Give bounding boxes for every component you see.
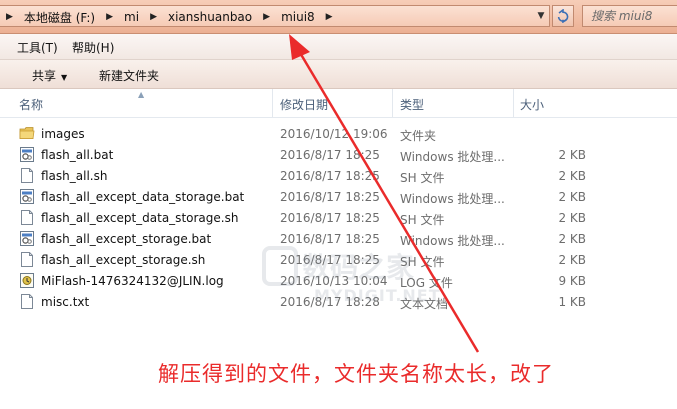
file-name[interactable]: flash_all_except_data_storage.bat — [41, 190, 244, 204]
file-name[interactable]: flash_all_except_storage.bat — [41, 232, 211, 246]
file-row[interactable]: images 2016/10/12 19:06 文件夹 — [0, 123, 677, 144]
address-box[interactable]: ▶ 本地磁盘 (F:) ▶ mi ▶ xianshuanbao ▶ miui8 … — [0, 5, 550, 27]
search-input[interactable] — [583, 6, 673, 26]
chevron-right-icon[interactable]: ▶ — [6, 12, 21, 22]
breadcrumb-xianshuanbao[interactable]: xianshuanbao — [165, 10, 255, 24]
search-box[interactable] — [582, 5, 677, 27]
file-row[interactable]: misc.txt 2016/8/17 18:28 文本文档 1 KB — [0, 291, 677, 312]
refresh-icon — [557, 9, 569, 23]
file-name[interactable]: misc.txt — [41, 295, 89, 309]
file-row[interactable]: flash_all_except_storage.sh 2016/8/17 18:… — [0, 249, 677, 270]
sort-up-icon: ▲ — [138, 90, 145, 99]
file-type: 文件夹 — [400, 129, 437, 143]
file-size: 2 KB — [558, 232, 586, 246]
file-name[interactable]: flash_all_except_data_storage.sh — [41, 211, 238, 225]
file-name[interactable]: MiFlash-1476324132@JLIN.log — [41, 274, 224, 288]
file-date: 2016/8/17 18:25 — [280, 232, 380, 246]
text-file-icon — [19, 293, 35, 310]
column-divider[interactable] — [392, 89, 393, 117]
column-divider[interactable] — [272, 89, 273, 117]
menu-bar: 工具(T) 帮助(H) — [0, 34, 677, 60]
breadcrumb-miui8[interactable]: miui8 — [278, 10, 318, 24]
file-date: 2016/8/17 18:28 — [280, 295, 380, 309]
text-file-icon — [19, 167, 35, 184]
column-header-name[interactable]: 名称 — [19, 96, 43, 113]
file-type: LOG 文件 — [400, 276, 453, 290]
column-headers: ▲ 名称 修改日期 类型 大小 — [0, 89, 677, 118]
breadcrumb: ▶ 本地磁盘 (F:) ▶ mi ▶ xianshuanbao ▶ miui8 … — [6, 8, 341, 26]
file-type: SH 文件 — [400, 255, 445, 269]
file-row[interactable]: flash_all.sh 2016/8/17 18:25 SH 文件 2 KB — [0, 165, 677, 186]
chevron-right-icon[interactable]: ▶ — [255, 12, 278, 22]
file-list: images 2016/10/12 19:06 文件夹 flash_all.bat 20… — [0, 123, 677, 312]
file-size: 2 KB — [558, 211, 586, 225]
new-folder-button[interactable]: 新建文件夹 — [99, 67, 159, 84]
file-date: 2016/8/17 18:25 — [280, 253, 380, 267]
file-size: 2 KB — [558, 169, 586, 183]
file-type: Windows 批处理... — [400, 150, 505, 164]
file-type: SH 文件 — [400, 213, 445, 227]
address-bar-area: ▶ 本地磁盘 (F:) ▶ mi ▶ xianshuanbao ▶ miui8 … — [0, 0, 677, 34]
file-date: 2016/10/12 19:06 — [280, 127, 388, 141]
file-date: 2016/8/17 18:25 — [280, 211, 380, 225]
column-header-type[interactable]: 类型 — [400, 96, 424, 113]
file-date: 2016/10/13 10:04 — [280, 274, 388, 288]
menu-tools[interactable]: 工具(T) — [17, 39, 58, 56]
file-name[interactable]: flash_all.bat — [41, 148, 113, 162]
file-size: 2 KB — [558, 190, 586, 204]
file-row[interactable]: flash_all.bat 2016/8/17 18:25 Windows 批处理.… — [0, 144, 677, 165]
file-date: 2016/8/17 18:25 — [280, 148, 380, 162]
file-type: 文本文档 — [400, 297, 449, 311]
file-size: 9 KB — [558, 274, 586, 288]
file-row[interactable]: MiFlash-1476324132@JLIN.log 2016/10/13 10… — [0, 270, 677, 291]
breadcrumb-mi[interactable]: mi — [121, 10, 142, 24]
file-size: 1 KB — [558, 295, 586, 309]
share-button[interactable]: 共享 ▼ — [32, 67, 67, 84]
column-header-size[interactable]: 大小 — [520, 96, 544, 113]
chevron-right-icon[interactable]: ▶ — [142, 12, 165, 22]
breadcrumb-drive[interactable]: 本地磁盘 (F:) — [21, 9, 98, 26]
log-file-icon — [19, 272, 35, 289]
file-type: Windows 批处理... — [400, 234, 505, 248]
column-header-date[interactable]: 修改日期 — [280, 96, 328, 113]
file-type: Windows 批处理... — [400, 192, 505, 206]
address-dropdown-icon[interactable]: ▼ — [533, 6, 549, 26]
command-toolbar: 共享 ▼ 新建文件夹 — [0, 60, 677, 89]
chevron-down-icon: ▼ — [61, 73, 68, 82]
annotation-text: 解压得到的文件，文件夹名称太长，改了 — [158, 362, 554, 386]
file-row[interactable]: flash_all_except_data_storage.bat 2016/8/… — [0, 186, 677, 207]
column-divider[interactable] — [513, 89, 514, 117]
refresh-button[interactable] — [552, 5, 574, 27]
file-size: 2 KB — [558, 253, 586, 267]
file-date: 2016/8/17 18:25 — [280, 169, 380, 183]
share-label: 共享 — [32, 69, 57, 83]
folder-icon — [19, 125, 35, 142]
file-name[interactable]: flash_all.sh — [41, 169, 107, 183]
text-file-icon — [19, 209, 35, 226]
bat-file-icon — [19, 230, 35, 247]
file-row[interactable]: flash_all_except_data_storage.sh 2016/8/1… — [0, 207, 677, 228]
file-row[interactable]: flash_all_except_storage.bat 2016/8/17 18… — [0, 228, 677, 249]
file-name[interactable]: flash_all_except_storage.sh — [41, 253, 205, 267]
file-date: 2016/8/17 18:25 — [280, 190, 380, 204]
chevron-right-icon[interactable]: ▶ — [318, 12, 341, 22]
file-size: 2 KB — [558, 148, 586, 162]
file-type: SH 文件 — [400, 171, 445, 185]
file-name[interactable]: images — [41, 127, 85, 141]
bat-file-icon — [19, 146, 35, 163]
bat-file-icon — [19, 188, 35, 205]
text-file-icon — [19, 251, 35, 268]
chevron-right-icon[interactable]: ▶ — [98, 12, 121, 22]
menu-help[interactable]: 帮助(H) — [72, 39, 114, 56]
